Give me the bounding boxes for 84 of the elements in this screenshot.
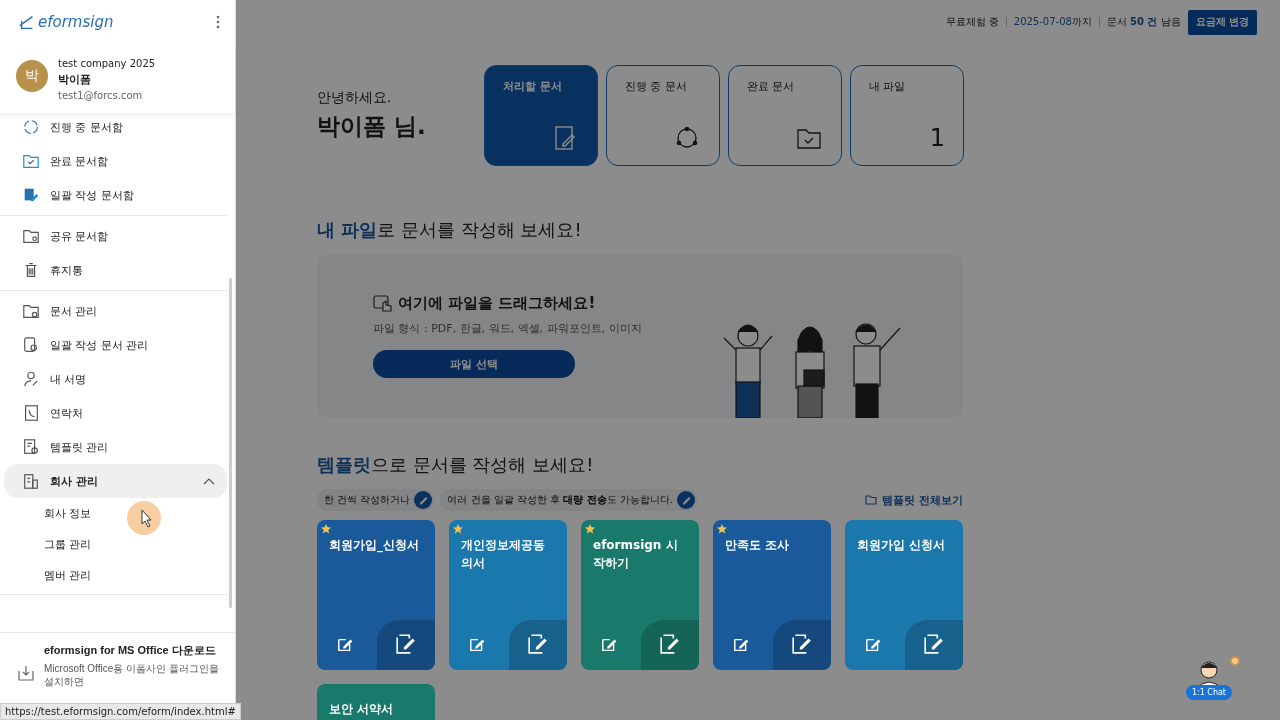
documents-edit-icon xyxy=(527,633,549,655)
template-card[interactable]: 개인정보제공동의서 xyxy=(449,520,567,670)
sidebar-item[interactable]: 휴지통 xyxy=(4,253,227,287)
template-card[interactable]: eformsign 시작하기 xyxy=(581,520,699,670)
building-icon xyxy=(22,472,40,490)
sidebar-item[interactable]: 공유 문서함 xyxy=(4,219,227,253)
template-title: 보안 서약서 xyxy=(329,702,394,716)
folder-icon xyxy=(865,495,878,505)
card-label: 처리할 문서 xyxy=(503,79,563,94)
circle-dots-icon xyxy=(22,118,40,136)
edit-icon xyxy=(337,636,355,654)
chevron-up-icon xyxy=(203,477,215,485)
summary-card[interactable]: 완료 문서 xyxy=(728,65,842,166)
sidebar-subitem[interactable]: 그룹 관리 xyxy=(0,529,227,560)
sidebar-item[interactable]: 완료 문서함 xyxy=(4,144,227,178)
documents-edit-icon xyxy=(923,633,945,655)
template-title: 회원가입_신청서 xyxy=(329,538,419,552)
user-email: test1@forcs.com xyxy=(58,90,144,101)
edit-icon xyxy=(733,636,751,654)
card-label: 내 파일 xyxy=(869,79,907,94)
chat-button[interactable]: 1:1 Chat xyxy=(1185,685,1232,700)
user-greeting-name: 박이폼 님. xyxy=(317,112,427,141)
dim-overlay[interactable] xyxy=(236,0,1280,720)
sidebar-subitem[interactable]: 멤버 관리 xyxy=(0,560,227,591)
document-count: 1 xyxy=(929,124,945,152)
file-formats: 파일 형식 : PDF, 한글, 워드, 엑셀, 파워포인트, 이미지 xyxy=(373,321,643,336)
template-title: 회원가입 신청서 xyxy=(857,538,946,552)
template-title: 개인정보제공동의서 xyxy=(461,538,545,570)
section-heading: 내 파일로 문서를 작성해 보세요! xyxy=(317,218,583,242)
notification-dot xyxy=(1230,656,1240,666)
click-highlight-icon xyxy=(126,500,162,536)
remaining-documents: 문서 50 건 남음 xyxy=(1106,15,1181,29)
change-plan-button[interactable]: 요금제 변경 xyxy=(1187,9,1257,35)
hint-text: 한 건씩 작성하거나 xyxy=(324,493,411,507)
drop-title: 여기에 파일을 드래그하세요! xyxy=(398,294,596,313)
sidebar-subitem[interactable]: 회사 정보 xyxy=(0,498,227,529)
more-icon xyxy=(215,15,221,29)
avatar: 박 xyxy=(16,60,48,92)
sidebar-item[interactable]: 일괄 작성 문서함 xyxy=(4,178,227,212)
sidebar-item[interactable]: 내 서명 xyxy=(4,362,227,396)
person-pen-icon xyxy=(22,370,40,388)
section-heading: 템플릿으로 문서를 작성해 보세요! xyxy=(317,453,595,477)
file-drop-area[interactable]: 여기에 파일을 드래그하세요! 파일 형식 : PDF, 한글, 워드, 엑셀, 파워포인트, 이미지 파일 선택 xyxy=(317,254,963,418)
pen-icon xyxy=(414,491,433,509)
greeting-text: 안녕하세요. xyxy=(317,89,393,107)
download-icon xyxy=(18,665,34,681)
template-card[interactable]: 보안 서약서 xyxy=(317,684,435,720)
template-card[interactable]: 만족도 조사 xyxy=(713,520,831,670)
company-name: test company 2025 xyxy=(58,58,156,69)
sidebar-item[interactable]: 템플릿 관리 xyxy=(4,430,227,464)
select-file-button[interactable]: 파일 선택 xyxy=(373,350,575,378)
sidebar-item[interactable]: 문서 관리 xyxy=(4,294,227,328)
summary-card[interactable]: 진행 중 문서 xyxy=(606,65,720,166)
summary-card[interactable]: 내 파일 1 xyxy=(850,65,964,166)
hint-text: 여러 건을 일괄 작성한 후 대량 전송도 가능합니다. xyxy=(447,493,674,507)
download-description: Microsoft Office용 이폼사인 플러그인을 설치하면 xyxy=(44,662,220,688)
template-gear-icon xyxy=(22,438,40,456)
template-card[interactable]: 회원가입_신청서 xyxy=(317,520,435,670)
view-all-templates-link[interactable]: 템플릿 전체보기 xyxy=(865,492,963,508)
sidebar-item[interactable]: 연락처 xyxy=(4,396,227,430)
template-title: eformsign 시작하기 xyxy=(593,538,678,570)
edit-icon xyxy=(601,636,619,654)
edit-icon xyxy=(865,636,883,654)
card-label: 완료 문서 xyxy=(747,79,796,94)
folder-gear-icon xyxy=(22,302,40,320)
sidebar-item[interactable]: 진행 중 문서함 xyxy=(4,113,227,144)
status-url: https://test.eformsign.com/eform/index.html# xyxy=(0,703,241,720)
documents-edit-icon xyxy=(659,633,681,655)
folder-check-icon xyxy=(22,152,40,170)
sidebar-item[interactable]: 일괄 작성 문서 관리 xyxy=(4,328,227,362)
card-label: 진행 중 문서 xyxy=(625,79,688,94)
documents-edit-icon xyxy=(791,633,813,655)
template-title: 만족도 조사 xyxy=(725,538,790,552)
scrollbar[interactable] xyxy=(229,278,232,608)
user-name: 박이폼 xyxy=(58,72,92,87)
edit-icon xyxy=(469,636,487,654)
template-card[interactable]: 회원가입 신청서 xyxy=(845,520,963,670)
download-title[interactable]: eformsign for MS Office 다운로드 xyxy=(44,643,223,658)
trial-status: 무료체험 중 xyxy=(945,15,999,29)
expiry-text: 2025-07-08까지 xyxy=(1013,15,1092,29)
logo-text: eformsign xyxy=(38,13,114,31)
sidebar-item[interactable]: 회사 관리 xyxy=(4,464,227,498)
documents-edit-icon xyxy=(395,633,417,655)
summary-card[interactable]: 처리할 문서 xyxy=(484,65,598,166)
